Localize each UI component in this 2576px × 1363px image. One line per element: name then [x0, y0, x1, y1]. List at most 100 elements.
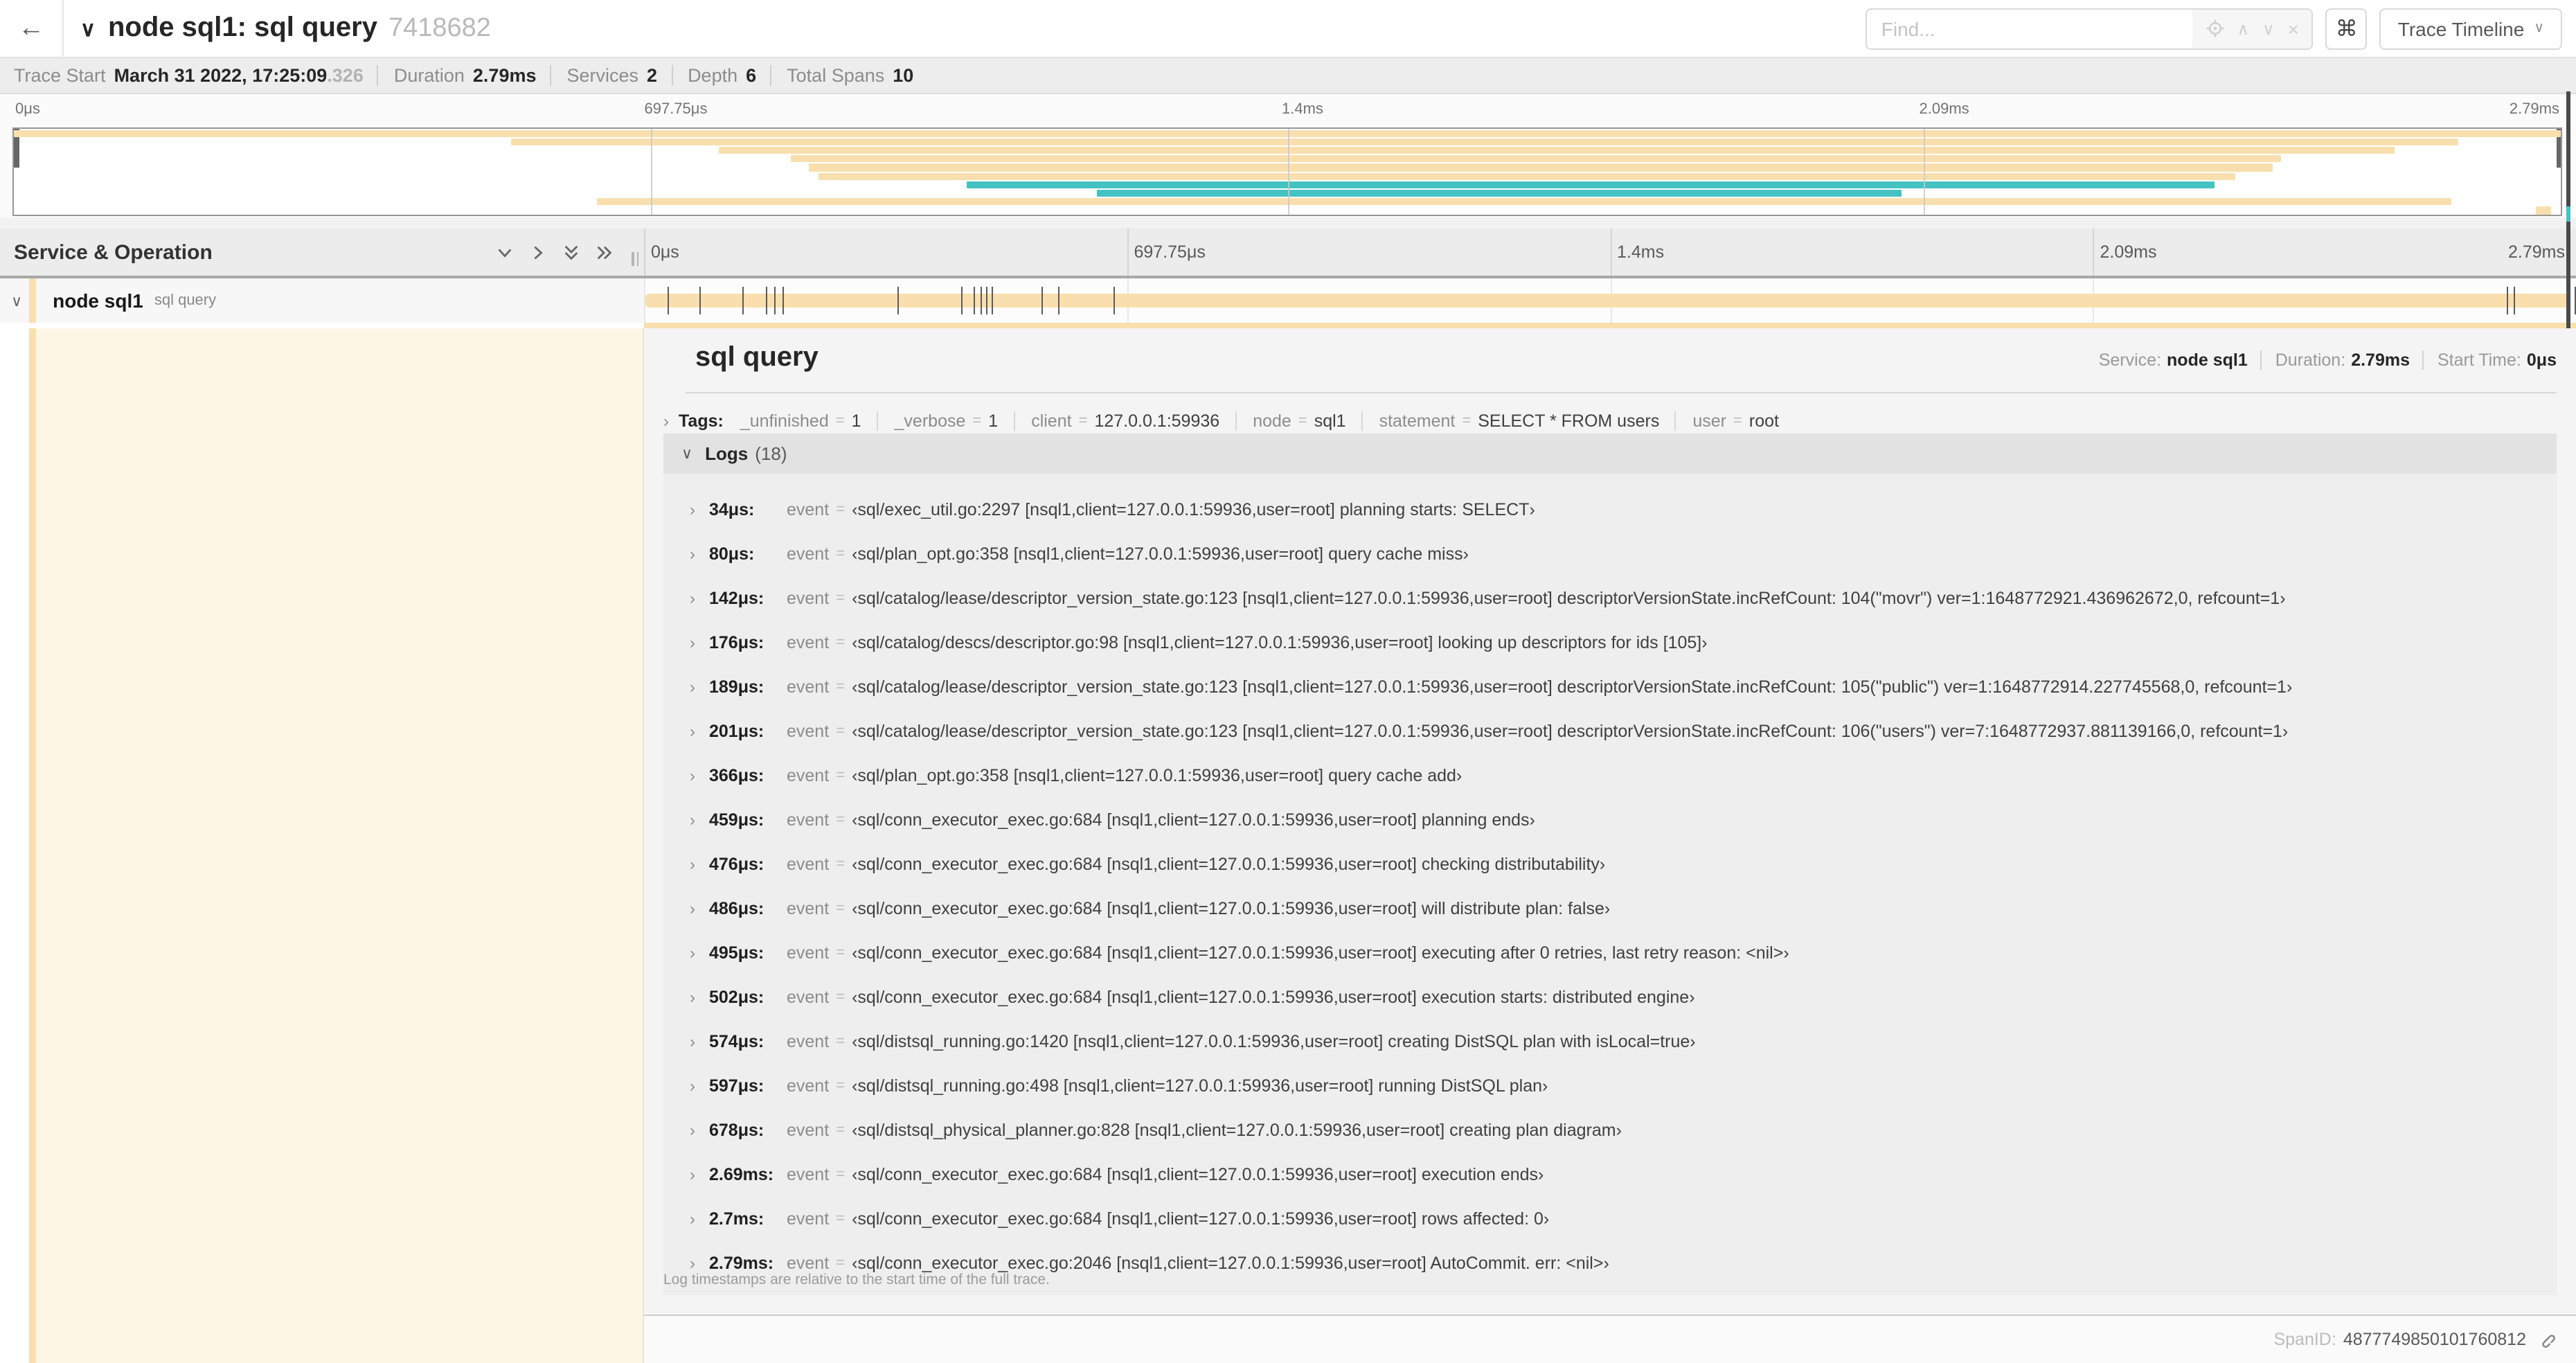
log-row[interactable]: › 597μs: event = ‹sql/distsql_running.go…	[663, 1064, 2557, 1108]
keyboard-shortcuts-button[interactable]: ⌘	[2325, 8, 2368, 49]
chevron-right-icon: ›	[690, 589, 695, 608]
expand-one-icon[interactable]	[529, 243, 547, 261]
log-marker-tick	[766, 287, 768, 314]
view-selector-button[interactable]: Trace Timeline ∨	[2379, 8, 2562, 49]
span-duration-bar[interactable]	[645, 294, 2570, 308]
log-row[interactable]: › 476μs: event = ‹sql/conn_executor_exec…	[663, 842, 2557, 887]
log-marker-tick	[961, 287, 963, 314]
minimap-time-label: 2.79ms	[2509, 101, 2559, 118]
log-marker-tick	[668, 287, 670, 314]
log-field-value: ‹sql/distsql_running.go:498 [nsql1,clien…	[852, 1076, 1548, 1096]
span-detail-header: sql query Service: node sql1 Duration: 2…	[644, 328, 2576, 392]
meta-value: 10	[893, 65, 914, 86]
span-id-row: SpanID: 4877749850101760812	[644, 1316, 2576, 1363]
minimap-span-bar	[510, 138, 2459, 145]
log-marker-tick	[973, 287, 975, 314]
log-row[interactable]: › 2.69ms: event = ‹sql/conn_executor_exe…	[663, 1152, 2557, 1197]
find-input[interactable]	[1867, 9, 2193, 48]
equals-sign: =	[836, 900, 846, 917]
equals-sign: =	[1462, 413, 1472, 429]
log-field-key: event	[787, 1032, 830, 1051]
back-button[interactable]: ←	[0, 0, 64, 57]
find-prev-icon[interactable]: ∧	[2237, 19, 2250, 38]
log-marker-tick	[1041, 287, 1043, 314]
find-control: ∧ ∨ ×	[1866, 8, 2314, 49]
log-row[interactable]: › 34μs: event = ‹sql/exec_util.go:2297 […	[663, 488, 2557, 532]
equals-sign: =	[1078, 413, 1088, 429]
overview-item: Service: node sql1	[2099, 350, 2248, 370]
log-timestamp: 142μs:	[709, 589, 764, 608]
log-row[interactable]: › 459μs: event = ‹sql/conn_executor_exec…	[663, 798, 2557, 842]
log-marker-tick	[742, 287, 744, 314]
trace-collapse-chevron-icon[interactable]: ∨	[80, 16, 96, 41]
ruler-time-label: 0μs	[651, 242, 679, 262]
find-clear-icon[interactable]: ×	[2287, 17, 2298, 39]
tag-item: user = root	[1674, 411, 1779, 431]
equals-sign: =	[836, 1122, 846, 1139]
log-row[interactable]: › 201μs: event = ‹sql/catalog/lease/desc…	[663, 709, 2557, 754]
log-field-value: ‹sql/conn_executor_exec.go:684 [nsql1,cl…	[852, 899, 1611, 918]
log-timestamp: 476μs:	[709, 855, 764, 874]
collapse-all-icon[interactable]	[562, 243, 580, 261]
meta-value: 6	[746, 65, 757, 86]
minimap-canvas[interactable]	[12, 127, 2562, 216]
log-row[interactable]: › 495μs: event = ‹sql/conn_executor_exec…	[663, 931, 2557, 975]
span-row-label[interactable]: ∨ node sql1 sql query	[0, 278, 644, 323]
log-field-value: ‹sql/catalog/lease/descriptor_version_st…	[852, 589, 2286, 608]
equals-sign: =	[836, 546, 846, 562]
tags-row[interactable]: › Tags: _unfinished = 1 _verbose = 1 cli…	[663, 406, 2557, 436]
logs-list: › 34μs: event = ‹sql/exec_util.go:2297 […	[663, 474, 2557, 1295]
log-field-value: ‹sql/catalog/descs/descriptor.go:98 [nsq…	[852, 633, 1708, 652]
chevron-right-icon: ›	[690, 544, 695, 564]
equals-sign: =	[836, 1255, 846, 1272]
log-field-value: ‹sql/conn_executor_exec.go:684 [nsql1,cl…	[852, 943, 1789, 963]
tag-key: client	[1031, 411, 1072, 431]
minimap-span-bar	[966, 181, 2215, 188]
log-field-value: ‹sql/conn_executor_exec.go:2046 [nsql1,c…	[852, 1254, 1609, 1273]
trace-meta-item: Total Spans 10	[770, 65, 913, 86]
logs-title: Logs	[705, 443, 749, 464]
log-row[interactable]: › 678μs: event = ‹sql/distsql_physical_p…	[663, 1108, 2557, 1152]
equals-sign: =	[836, 989, 846, 1006]
timeline-minimap: 0μs 697.75μs 1.4ms 2.09ms 2.79ms	[0, 94, 2576, 217]
equals-sign: =	[836, 501, 846, 518]
log-timestamp: 459μs:	[709, 810, 764, 830]
log-row[interactable]: › 189μs: event = ‹sql/catalog/lease/desc…	[663, 665, 2557, 709]
column-resize-grippy[interactable]	[632, 252, 638, 266]
trace-id: 7418682	[388, 14, 491, 43]
log-field-key: event	[787, 1209, 830, 1229]
log-row[interactable]: › 366μs: event = ‹sql/plan_opt.go:358 [n…	[663, 754, 2557, 798]
log-field-key: event	[787, 633, 830, 652]
tags-list: _unfinished = 1 _verbose = 1 client = 12…	[740, 411, 1779, 431]
log-row[interactable]: › 142μs: event = ‹sql/catalog/lease/desc…	[663, 576, 2557, 621]
equals-sign: =	[836, 1078, 846, 1094]
expand-all-icon[interactable]	[596, 243, 614, 261]
log-row[interactable]: › 176μs: event = ‹sql/catalog/descs/desc…	[663, 621, 2557, 665]
equals-sign: =	[1733, 413, 1742, 429]
log-field-key: event	[787, 766, 830, 785]
span-id-value: 4877749850101760812	[2343, 1330, 2526, 1349]
log-row[interactable]: › 2.7ms: event = ‹sql/conn_executor_exec…	[663, 1197, 2557, 1241]
log-row[interactable]: › 502μs: event = ‹sql/conn_executor_exec…	[663, 975, 2557, 1019]
span-collapse-chevron-icon[interactable]: ∨	[11, 292, 22, 310]
logs-header[interactable]: ∨ Logs (18)	[663, 434, 2557, 474]
equals-sign: =	[836, 634, 846, 651]
log-timestamp: 574μs:	[709, 1032, 764, 1051]
find-next-icon[interactable]: ∨	[2262, 19, 2275, 38]
span-row-track[interactable]	[644, 278, 2576, 323]
log-timestamp: 486μs:	[709, 899, 764, 918]
minimap-span-bar	[790, 155, 2281, 163]
deep-link-icon[interactable]	[2537, 1330, 2557, 1349]
log-field-key: event	[787, 1165, 830, 1184]
minimap-time-label: 1.4ms	[1282, 101, 1323, 118]
log-row[interactable]: › 80μs: event = ‹sql/plan_opt.go:358 [ns…	[663, 532, 2557, 576]
back-arrow-icon: ←	[18, 13, 44, 42]
chevron-right-icon: ›	[690, 500, 695, 519]
log-row[interactable]: › 574μs: event = ‹sql/distsql_running.go…	[663, 1019, 2557, 1064]
locate-icon[interactable]	[2206, 19, 2224, 37]
meta-value: March 31 2022, 17:25:09	[114, 65, 328, 86]
page-header: ← ∨ node sql1: sql query7418682 ∧ ∨ × ⌘	[0, 0, 2576, 58]
equals-sign: =	[836, 1166, 846, 1183]
log-row[interactable]: › 486μs: event = ‹sql/conn_executor_exec…	[663, 887, 2557, 931]
collapse-one-icon[interactable]	[496, 243, 514, 261]
